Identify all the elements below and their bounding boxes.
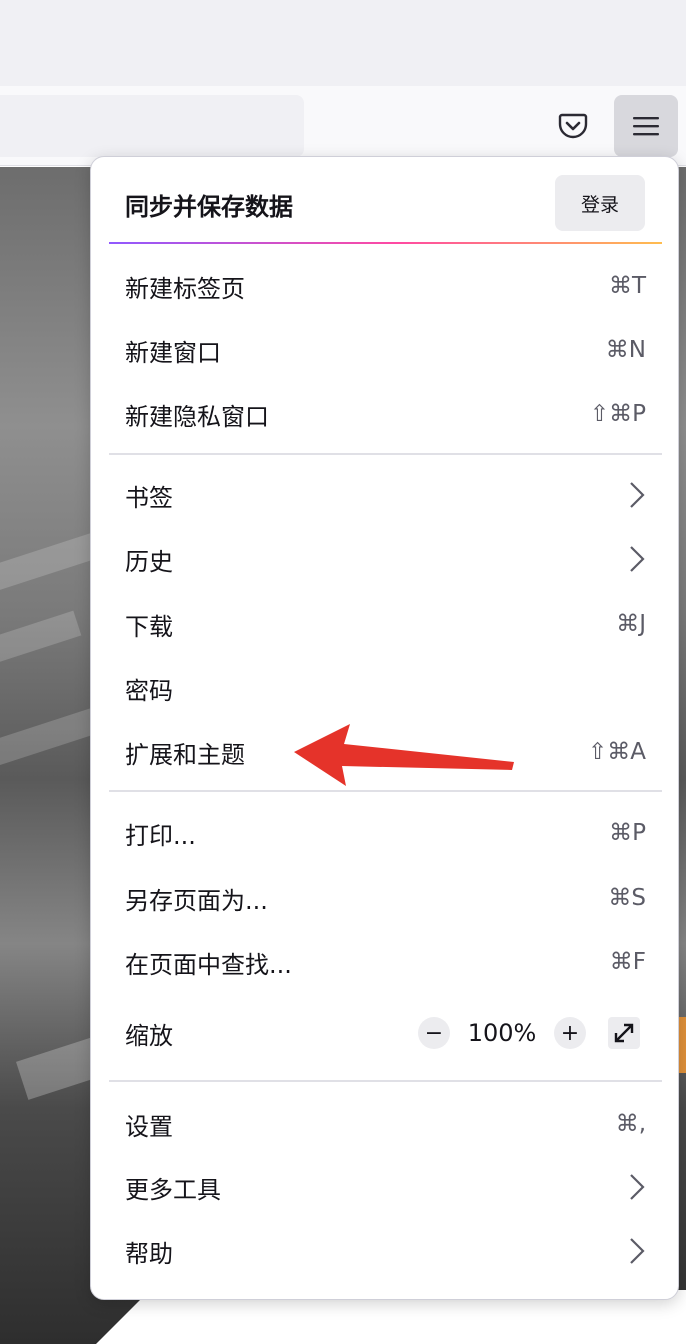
menu-item-passwords[interactable]: 密码: [91, 657, 680, 719]
fullscreen-button[interactable]: [608, 1017, 640, 1049]
menu-item-print[interactable]: 打印... ⌘P: [91, 802, 680, 864]
chevron-right-icon: [630, 546, 645, 572]
menu-item-label: 缩放: [125, 1021, 173, 1050]
annotation-arrow-icon: [294, 724, 514, 786]
menu-item-bookmarks[interactable]: 书签: [91, 464, 680, 526]
menu-item-label: 在页面中查找...: [125, 950, 292, 979]
menu-item-label: 打印...: [125, 821, 196, 850]
menu-separator: [109, 453, 662, 455]
menu-separator: [109, 790, 662, 792]
expand-icon: [614, 1023, 634, 1043]
menu-item-label: 设置: [125, 1112, 173, 1141]
menu-item-downloads[interactable]: 下载 ⌘J: [91, 593, 680, 655]
menu-item-label: 密码: [125, 676, 173, 705]
chevron-right-icon: [630, 482, 645, 508]
menu-item-shortcut: ⌘S: [608, 885, 646, 911]
url-bar[interactable]: [0, 95, 304, 157]
menu-item-label: 新建标签页: [125, 274, 245, 303]
menu-item-zoom: 缩放 − 100% +: [91, 1002, 680, 1064]
menu-item-shortcut: ⌘J: [616, 611, 646, 637]
menu-item-label: 新建窗口: [125, 338, 221, 367]
menu-item-label: 新建隐私窗口: [125, 402, 269, 431]
sign-in-button[interactable]: 登录: [555, 175, 645, 231]
menu-item-save-page-as[interactable]: 另存页面为... ⌘S: [91, 867, 680, 929]
menu-item-more-tools[interactable]: 更多工具: [91, 1156, 680, 1218]
menu-item-find-in-page[interactable]: 在页面中查找... ⌘F: [91, 931, 680, 993]
menu-item-shortcut: ⌘N: [605, 337, 646, 363]
menu-item-shortcut: ⌘P: [609, 820, 646, 846]
menu-item-label: 下载: [125, 612, 173, 641]
menu-item-shortcut: ⌘F: [609, 949, 646, 975]
sync-title: 同步并保存数据: [125, 193, 293, 221]
menu-item-label: 更多工具: [125, 1175, 221, 1204]
zoom-controls: − 100% +: [418, 1017, 640, 1049]
menu-item-new-tab[interactable]: 新建标签页 ⌘T: [91, 255, 680, 317]
menu-item-settings[interactable]: 设置 ⌘,: [91, 1093, 680, 1155]
menu-item-new-window[interactable]: 新建窗口 ⌘N: [91, 319, 680, 381]
menu-item-history[interactable]: 历史: [91, 528, 680, 590]
menu-item-label: 另存页面为...: [125, 886, 268, 915]
menu-item-new-private-window[interactable]: 新建隐私窗口 ⇧⌘P: [91, 383, 680, 445]
pocket-icon: [558, 113, 588, 139]
menu-item-shortcut: ⌘,: [615, 1111, 646, 1137]
menu-item-label: 书签: [125, 483, 173, 512]
app-menu-button[interactable]: [614, 95, 678, 157]
menu-item-shortcut: ⌘T: [608, 273, 646, 299]
zoom-in-button[interactable]: +: [554, 1017, 586, 1049]
menu-item-help[interactable]: 帮助: [91, 1220, 680, 1282]
tab-strip: [0, 0, 686, 86]
chevron-right-icon: [630, 1174, 645, 1200]
menu-item-label: 历史: [125, 547, 173, 576]
hamburger-menu-icon: [633, 117, 659, 136]
menu-item-shortcut: ⇧⌘P: [589, 401, 646, 427]
sync-separator: [109, 242, 662, 244]
pocket-button[interactable]: [550, 104, 596, 148]
menu-item-label: 帮助: [125, 1239, 173, 1268]
menu-item-shortcut: ⇧⌘A: [587, 739, 646, 765]
menu-separator: [109, 1080, 662, 1082]
menu-item-label: 扩展和主题: [125, 740, 245, 769]
chevron-right-icon: [630, 1238, 645, 1264]
zoom-reset-button[interactable]: 100%: [450, 1019, 554, 1047]
zoom-out-button[interactable]: −: [418, 1017, 450, 1049]
